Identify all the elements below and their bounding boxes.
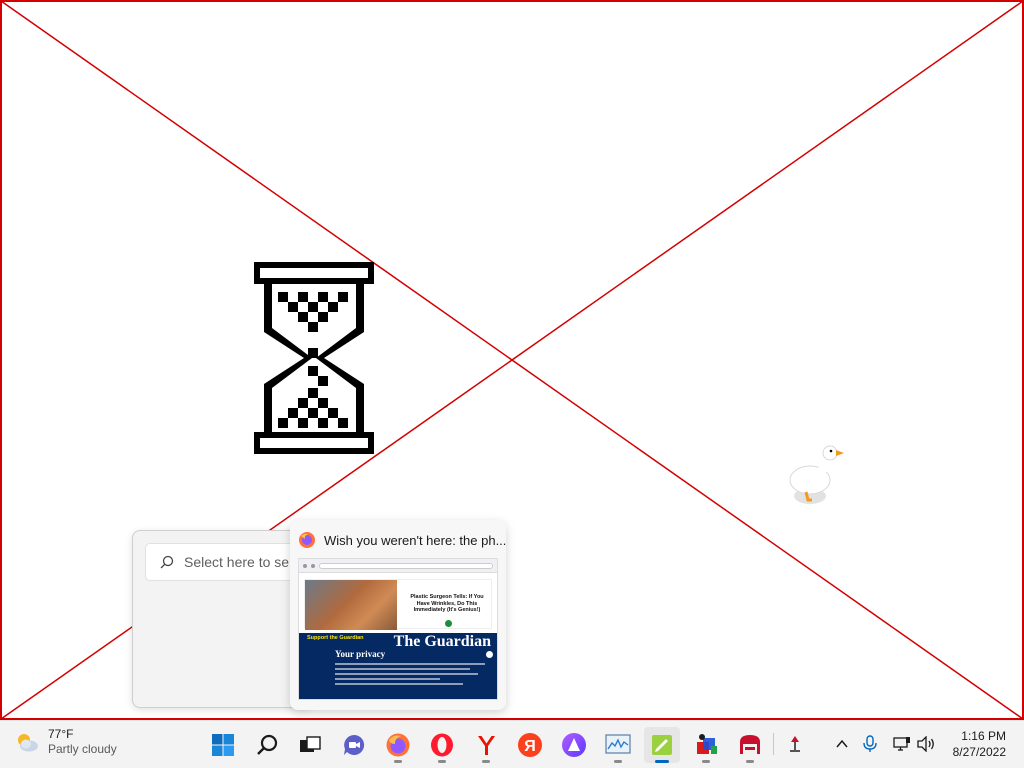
clock-date: 8/27/2022 — [952, 745, 1006, 760]
taskbar-resource-monitor[interactable] — [600, 727, 636, 763]
guardian-privacy-body — [335, 663, 485, 688]
taskbar-alice[interactable] — [556, 727, 592, 763]
firefox-icon — [386, 733, 410, 757]
search-icon — [160, 555, 174, 569]
windows-logo-icon — [212, 734, 234, 756]
eject-tool-icon — [790, 736, 800, 752]
chat-button[interactable] — [336, 727, 372, 763]
microphone-button[interactable] — [858, 732, 882, 756]
partly-cloudy-icon — [18, 734, 38, 752]
weather-condition: Partly cloudy — [48, 742, 117, 756]
search-input[interactable]: Select here to se — [145, 543, 311, 581]
ad-banner: Plastic Surgeon Tells: If You Have Wrink… — [304, 579, 492, 630]
running-indicator — [438, 760, 446, 763]
mini-browser-toolbar — [299, 559, 497, 573]
search-flyout: Select here to se — [132, 530, 312, 708]
start-button[interactable] — [205, 727, 241, 763]
guardian-close-icon — [486, 651, 493, 658]
network-icon — [893, 737, 910, 751]
network-button[interactable] — [890, 732, 914, 756]
alice-icon — [562, 733, 586, 757]
taskbar-paint-tool[interactable] — [732, 727, 768, 763]
svg-text:Я: Я — [524, 738, 536, 755]
opera-icon — [431, 733, 453, 757]
running-indicator — [746, 760, 754, 763]
taskbar-opera[interactable] — [424, 727, 460, 763]
desktop: Select here to se Wish you weren't here:… — [0, 0, 1024, 720]
thumbnail-screenshot: Plastic Surgeon Tells: If You Have Wrink… — [298, 558, 498, 700]
thumbnail-title-text: Wish you weren't here: the ph... — [324, 532, 506, 548]
running-indicator — [702, 760, 710, 763]
chat-icon — [344, 734, 365, 755]
chevron-up-icon — [836, 739, 848, 748]
taskbar-search-button[interactable] — [249, 727, 285, 763]
speaker-icon — [917, 736, 934, 752]
taskbar-notes[interactable] — [644, 727, 680, 763]
taskbar-yandex[interactable]: Я — [512, 727, 548, 763]
clock-time: 1:16 PM — [961, 729, 1006, 743]
guardian-privacy-title: Your privacy — [335, 649, 386, 659]
magnifier-icon — [257, 734, 278, 755]
hourglass-cursor-icon — [254, 262, 374, 454]
taskbar-eject-tool[interactable] — [783, 732, 807, 756]
running-indicator — [614, 760, 622, 763]
active-indicator — [655, 760, 669, 763]
taskbar-installer[interactable] — [688, 727, 724, 763]
yandex-icon: Я — [518, 733, 542, 757]
taskbar-yandex-browser[interactable] — [468, 727, 504, 763]
desktop-goose-icon[interactable] — [786, 444, 846, 508]
yandex-browser-icon — [478, 736, 495, 755]
microphone-icon — [863, 735, 877, 752]
monitor-chart-icon — [605, 734, 631, 754]
clock[interactable]: 1:16 PM 8/27/2022 — [953, 728, 1006, 760]
taskbar-separator — [773, 733, 774, 755]
volume-button[interactable] — [914, 732, 938, 756]
installer-icon — [697, 734, 717, 754]
running-indicator — [394, 760, 402, 763]
firefox-thumbnail-preview[interactable]: Wish you weren't here: the ph... Plastic… — [290, 520, 506, 710]
thumbnail-title: Wish you weren't here: the ph... — [298, 530, 506, 550]
ad-arrow-icon — [445, 620, 452, 627]
weather-temperature: 77°F — [48, 727, 74, 741]
sticky-notes-icon — [652, 735, 672, 755]
ad-text: Plastic Surgeon Tells: If You Have Wrink… — [410, 594, 484, 614]
weather-widget[interactable]: 77°F Partly cloudy — [14, 727, 117, 757]
guardian-privacy-banner: Support the Guardian The Guardian Your p… — [299, 633, 497, 699]
paint-bucket-icon — [740, 735, 760, 754]
ad-image — [305, 580, 397, 630]
show-hidden-icons-button[interactable] — [830, 732, 854, 756]
guardian-support-text: Support the Guardian — [307, 635, 364, 641]
taskbar-firefox[interactable] — [380, 727, 416, 763]
running-indicator — [482, 760, 490, 763]
guardian-logo: The Guardian — [393, 633, 491, 650]
task-view-button[interactable] — [292, 727, 328, 763]
search-placeholder: Select here to se — [184, 554, 290, 570]
task-view-icon — [300, 736, 321, 752]
firefox-icon — [299, 532, 315, 548]
